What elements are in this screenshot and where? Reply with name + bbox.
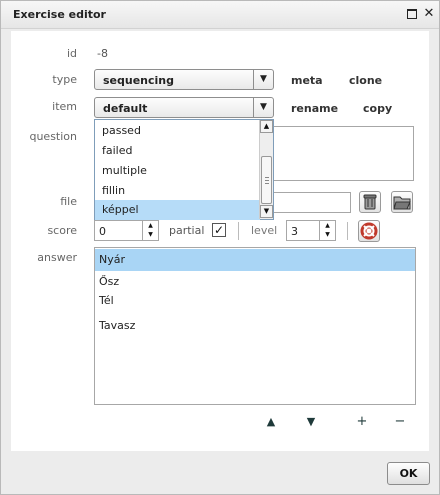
dialog-title: Exercise editor: [13, 8, 106, 21]
lifebuoy-icon: [360, 222, 378, 240]
folder-open-icon: [393, 196, 411, 210]
divider: [238, 222, 239, 240]
level-stepper[interactable]: 3 ▲ ▼: [286, 220, 336, 241]
scrollbar-thumb[interactable]: [261, 156, 272, 204]
rename-link[interactable]: rename: [291, 102, 338, 115]
remove-answer-button[interactable]: −: [393, 415, 407, 429]
score-stepper[interactable]: 0 ▲ ▼: [94, 220, 159, 241]
type-select[interactable]: sequencing ▼: [94, 69, 274, 90]
browse-file-button[interactable]: [391, 191, 413, 213]
level-label: level: [251, 224, 278, 237]
item-select-value: default: [103, 102, 148, 115]
partial-label: partial: [169, 224, 205, 237]
score-label: score: [47, 224, 77, 237]
answer-item[interactable]: Tavasz: [95, 315, 415, 337]
id-label: id: [66, 47, 77, 60]
question-label: question: [29, 130, 77, 143]
id-value: -8: [97, 47, 108, 60]
file-input[interactable]: [273, 192, 351, 213]
chevron-down-icon[interactable]: ▼: [253, 70, 273, 89]
type-label: type: [52, 73, 77, 86]
question-textarea[interactable]: [273, 126, 414, 181]
level-down-icon[interactable]: ▼: [320, 230, 335, 239]
maximize-icon[interactable]: [406, 8, 418, 20]
dropdown-scrollbar[interactable]: ▲ ▼: [259, 120, 273, 219]
dropdown-option-highlighted[interactable]: képpel: [95, 200, 260, 220]
score-value: 0: [99, 225, 106, 238]
dropdown-option[interactable]: passed: [95, 121, 260, 141]
move-up-icon[interactable]: ▲: [264, 415, 278, 429]
file-label: file: [60, 195, 77, 208]
answer-label: answer: [37, 251, 77, 264]
item-label: item: [52, 100, 77, 113]
clone-link[interactable]: clone: [349, 74, 382, 87]
level-value: 3: [291, 225, 298, 238]
copy-link[interactable]: copy: [363, 102, 392, 115]
exercise-editor-dialog: Exercise editor ✕ id -8 type sequencing …: [0, 0, 440, 495]
meta-link[interactable]: meta: [291, 74, 323, 87]
dropdown-option[interactable]: multiple: [95, 161, 260, 181]
type-select-value: sequencing: [103, 74, 175, 87]
score-up-icon[interactable]: ▲: [143, 221, 158, 230]
dropdown-option[interactable]: failed: [95, 141, 260, 161]
close-icon[interactable]: ✕: [423, 7, 435, 20]
delete-file-button[interactable]: [359, 191, 381, 213]
scroll-down-icon[interactable]: ▼: [260, 205, 273, 218]
answer-item[interactable]: Tél: [95, 290, 415, 312]
trash-icon: [363, 194, 377, 210]
ok-button[interactable]: OK: [387, 462, 430, 485]
help-button[interactable]: [358, 220, 380, 242]
answer-item-selected[interactable]: Nyár: [95, 249, 415, 271]
chevron-down-icon[interactable]: ▼: [253, 98, 273, 117]
divider: [347, 222, 348, 240]
dropdown-option[interactable]: fillin: [95, 181, 260, 201]
scroll-up-icon[interactable]: ▲: [260, 120, 273, 133]
answer-list[interactable]: Nyár Ősz Tél Tavasz: [94, 247, 416, 405]
item-dropdown-list[interactable]: passed failed multiple fillin képpel ▲ ▼: [94, 119, 274, 220]
score-down-icon[interactable]: ▼: [143, 230, 158, 239]
item-select[interactable]: default ▼: [94, 97, 274, 118]
add-answer-button[interactable]: +: [355, 415, 369, 429]
title-bar[interactable]: Exercise editor ✕: [1, 1, 439, 29]
move-down-icon[interactable]: ▼: [304, 415, 318, 429]
partial-checkbox[interactable]: ✓: [212, 223, 226, 237]
level-up-icon[interactable]: ▲: [320, 221, 335, 230]
